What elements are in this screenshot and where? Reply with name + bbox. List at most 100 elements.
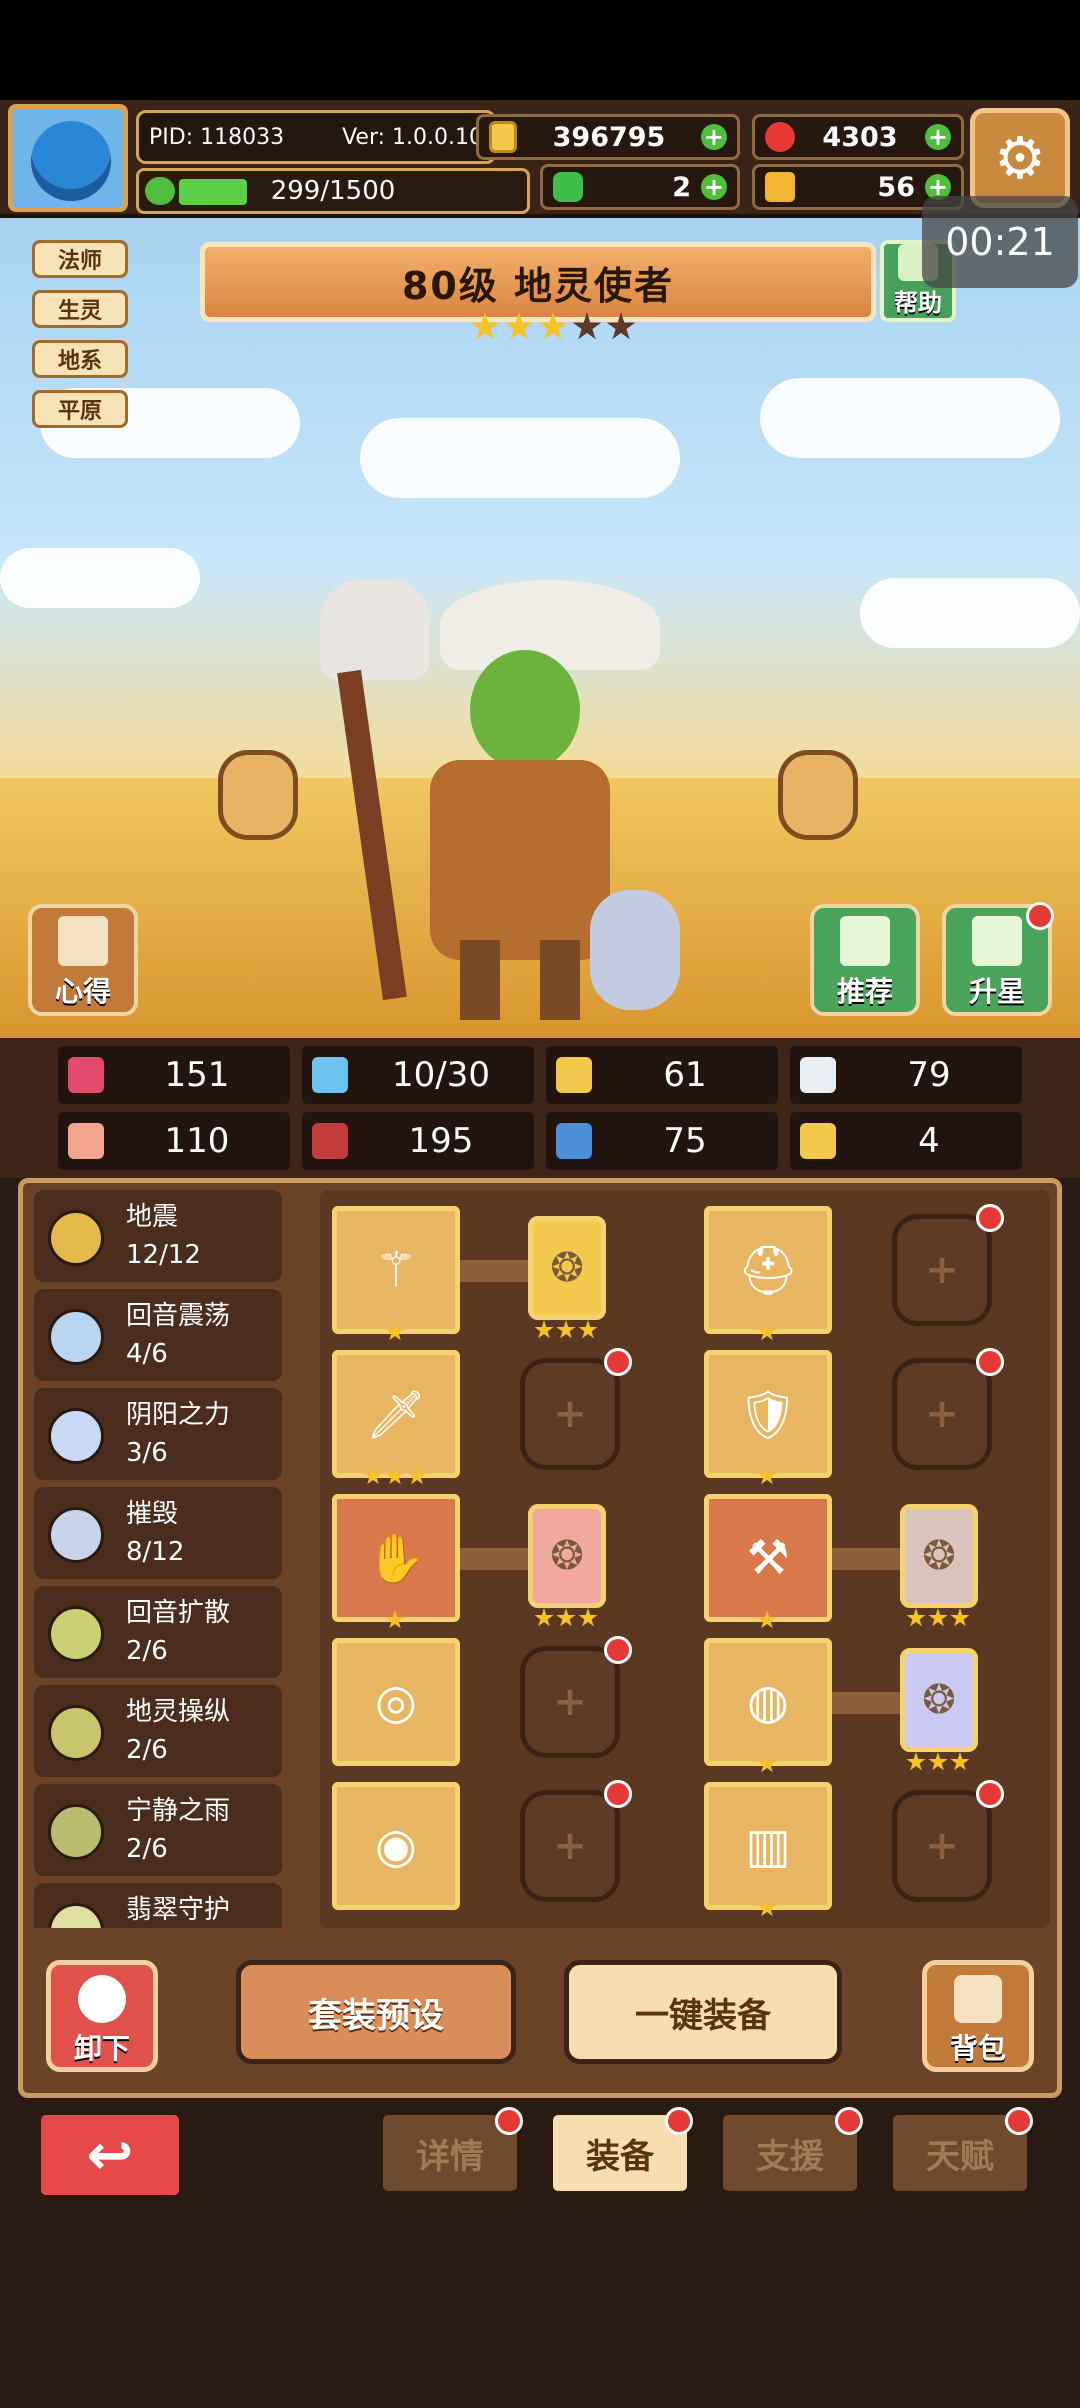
rune-card-slot[interactable]: ❂ (900, 1504, 978, 1608)
stat-value: 10/30 (392, 1055, 490, 1095)
add-clover-button[interactable]: + (701, 173, 727, 201)
stats-grid: 151 10/30 61 79 110 195 75 4 (58, 1046, 1022, 1170)
tab-0[interactable]: 详情 (378, 2107, 523, 2196)
tab-1[interactable]: 装备 (548, 2107, 693, 2196)
bag-label: 背包 (949, 2032, 1006, 2065)
thumbs-up-icon (840, 916, 890, 966)
equip-all-button[interactable]: 一键装备 (564, 1960, 842, 2064)
skull-staff-head-icon (320, 580, 430, 680)
skill-name: 摧毁 (126, 1499, 179, 1529)
notification-dot (665, 2107, 693, 2135)
set-preset-label: 套装预设 (308, 1995, 444, 2036)
settings-gear-button[interactable]: ⚙ (970, 108, 1070, 208)
slot-link (832, 1548, 902, 1570)
skill-list[interactable]: 地震 12/12 回音震荡 4/6 阴阳之力 3/6 摧毁 8/12 回音扩散 2/6 地灵操纵 2/… (34, 1190, 296, 1928)
bracer-equipment-slot[interactable]: ⚒ (704, 1494, 832, 1622)
back-button[interactable]: ↩ (36, 2110, 184, 2200)
skill-icon (48, 1309, 104, 1365)
empty-card-slot[interactable]: + (892, 1358, 992, 1470)
empty-card-slot[interactable]: + (892, 1214, 992, 1326)
item-star-rating (757, 1322, 777, 1342)
drum-equipment-slot[interactable]: ◎ (332, 1638, 460, 1766)
ring-equipment-slot[interactable]: ◍ (704, 1638, 832, 1766)
star-icon (407, 1466, 427, 1485)
star-up-button[interactable]: 升星 (942, 902, 1054, 1016)
empty-card-slot[interactable]: + (892, 1790, 992, 1902)
hero-body (430, 760, 610, 960)
skill-icon (48, 1210, 104, 1266)
star-filled-icon (538, 312, 568, 340)
mana-drop-icon (312, 1057, 348, 1093)
avatar-face-icon (31, 121, 111, 201)
notification-dot (495, 2107, 523, 2135)
skill-item[interactable]: 回音震荡 4/6 (34, 1289, 282, 1381)
star-icon (757, 1610, 777, 1629)
skill-item[interactable]: 阴阳之力 3/6 (34, 1388, 282, 1480)
armor-equipment-slot[interactable]: 🛡 (704, 1350, 832, 1478)
star-icon (534, 1608, 554, 1627)
boots-equipment-slot[interactable]: ▥ (704, 1782, 832, 1910)
skill-item[interactable]: 回音扩散 2/6 (34, 1586, 282, 1678)
clover-counter: 2 + (540, 164, 740, 210)
bag-button[interactable]: 背包 (922, 1960, 1034, 2072)
star-icon (556, 1320, 576, 1339)
gloves-equipment-slot[interactable]: ✋ (332, 1494, 460, 1622)
dagger-equipment-slot[interactable]: 🗡 (332, 1350, 460, 1478)
star-icon (578, 1608, 598, 1627)
player-avatar[interactable] (8, 104, 128, 212)
notification-dot (976, 1780, 1004, 1808)
plus-icon: + (553, 1391, 587, 1437)
set-preset-button[interactable]: 套装预设 (236, 1960, 516, 2064)
clover-value: 2 (672, 171, 691, 203)
helmet-equipment-slot[interactable]: ⛑ (704, 1206, 832, 1334)
hero-leg (540, 940, 580, 1020)
orb-equipment-slot[interactable]: ◉ (332, 1782, 460, 1910)
rune-card-slot[interactable]: ❂ (528, 1504, 606, 1608)
skill-name: 阴阳之力 (126, 1400, 231, 1430)
tab-label: 天赋 (926, 2136, 994, 2177)
recommend-label: 推荐 (836, 975, 893, 1008)
notes-icon (58, 916, 108, 966)
drum-icon: ◎ (375, 1674, 417, 1730)
item-star-rating (385, 1322, 405, 1342)
left-rune-icon (218, 750, 298, 840)
star-icon (385, 1610, 405, 1629)
empty-card-slot[interactable]: + (520, 1790, 620, 1902)
tab-2[interactable]: 支援 (718, 2107, 863, 2196)
add-gold-button[interactable]: + (700, 123, 727, 151)
add-gems-button[interactable]: + (925, 123, 951, 151)
dagger-icon: 🗡 (365, 1386, 427, 1443)
spirit-companion-icon (590, 890, 680, 1010)
skill-item[interactable]: 摧毁 8/12 (34, 1487, 282, 1579)
star-icon (363, 1466, 383, 1485)
star-empty-icon (572, 312, 602, 340)
element-tag: 地系 (32, 340, 128, 378)
gear-icon: ⚙ (994, 124, 1046, 192)
staff-equipment-slot[interactable]: ⚚ (332, 1206, 460, 1334)
skill-item[interactable]: 宁静之雨 2/6 (34, 1784, 282, 1876)
star-up-label: 升星 (968, 975, 1025, 1008)
star-icon (757, 1322, 777, 1341)
tab-3[interactable]: 天赋 (888, 2107, 1033, 2196)
hero-face (470, 650, 580, 770)
skill-item[interactable]: 地震 12/12 (34, 1190, 282, 1282)
skill-level: 4/6 (126, 1339, 168, 1369)
star-icon (534, 1320, 554, 1339)
notes-button[interactable]: 心得 (28, 904, 138, 1016)
version-text: Ver: 1.0.0.10 (342, 124, 483, 150)
empty-card-slot[interactable]: + (520, 1646, 620, 1758)
rune-card-slot[interactable]: ❂ (900, 1648, 978, 1752)
class-tag: 法师 (32, 240, 128, 278)
star-icon (385, 1322, 405, 1341)
recommend-button[interactable]: 推荐 (810, 904, 920, 1016)
hero-tags: 法师 生灵 地系 平原 (32, 240, 128, 428)
item-star-rating (906, 1608, 970, 1628)
armor-icon: 🛡 (737, 1386, 799, 1443)
star-icon (578, 1320, 598, 1339)
empty-card-slot[interactable]: + (520, 1358, 620, 1470)
rune-card-slot[interactable]: ❂ (528, 1216, 606, 1320)
star-filled-icon (470, 312, 500, 340)
skill-item[interactable]: 地灵操纵 2/6 (34, 1685, 282, 1777)
skill-item[interactable]: 翡翠守护 (34, 1883, 282, 1928)
unequip-button[interactable]: 卸下 (46, 1960, 158, 2072)
